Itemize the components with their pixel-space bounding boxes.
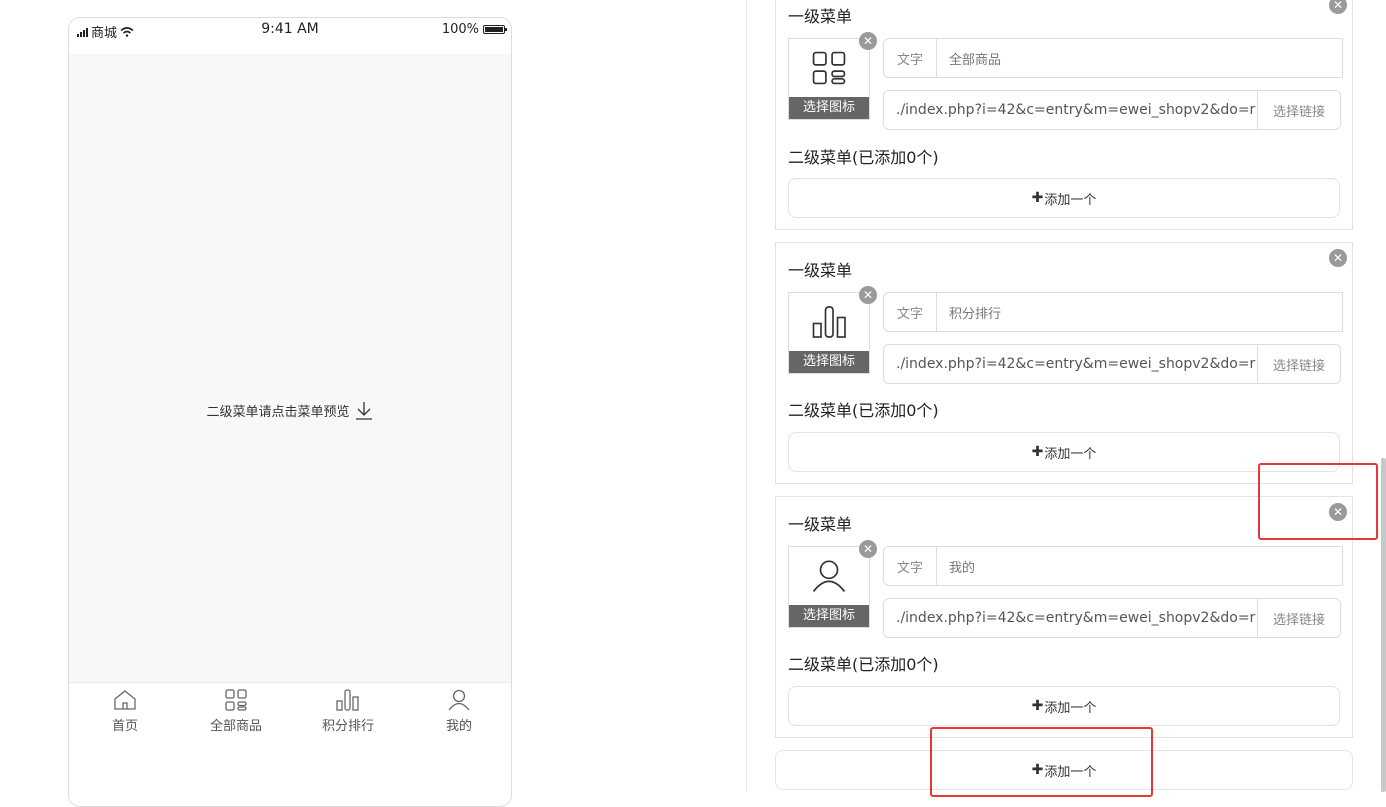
- menu-link-input[interactable]: ./index.php?i=42&c=entry&m=ewei_shopv2&d…: [883, 598, 1341, 638]
- menu-link-input[interactable]: ./index.php?i=42&c=entry&m=ewei_shopv2&d…: [883, 344, 1341, 384]
- select-icon-button[interactable]: 选择图标: [789, 351, 869, 373]
- menu-card-title: 一级菜单: [788, 261, 853, 280]
- highlight-box-add: [930, 727, 1153, 797]
- add-submenu-label: 添加一个: [1044, 700, 1097, 716]
- icon-picker[interactable]: 选择图标: [788, 38, 870, 120]
- preview-hint-text: 二级菜单请点击菜单预览: [206, 404, 350, 420]
- menu-text-input[interactable]: 文字 全部商品: [883, 38, 1343, 78]
- tab-mine-label: 我的: [445, 719, 472, 734]
- menu-text-input[interactable]: 文字 我的: [883, 546, 1343, 586]
- select-link-button[interactable]: 选择链接: [1257, 599, 1340, 637]
- grid-icon: [225, 689, 247, 711]
- menu-link-value[interactable]: ./index.php?i=42&c=entry&m=ewei_shopv2&d…: [884, 102, 1257, 118]
- tab-bar: 首页 全部商品 积分排行 我的: [69, 682, 511, 806]
- bar-chart-icon: [812, 306, 846, 338]
- select-icon-button[interactable]: 选择图标: [789, 605, 869, 627]
- add-submenu-button[interactable]: ✚ 添加一个: [788, 686, 1340, 726]
- user-icon: [448, 689, 470, 711]
- menu-card: 一级菜单 ✕ 选择图标 ✕ 文字 积分排行 ./index.php?i=42&c…: [775, 242, 1353, 484]
- menu-link-value[interactable]: ./index.php?i=42&c=entry&m=ewei_shopv2&d…: [884, 610, 1257, 626]
- home-icon: [114, 690, 136, 710]
- delete-menu-close-icon[interactable]: ✕: [1329, 249, 1347, 267]
- tab-home[interactable]: 首页: [75, 689, 175, 734]
- tab-points-rank[interactable]: 积分排行: [298, 689, 398, 734]
- icon-picker[interactable]: 选择图标: [788, 546, 870, 628]
- submenu-title: 二级菜单(已添加0个): [788, 655, 939, 674]
- tab-all-products-label: 全部商品: [209, 719, 262, 734]
- tab-home-label: 首页: [111, 719, 138, 734]
- text-addon-label: 文字: [884, 547, 937, 585]
- menu-link-value[interactable]: ./index.php?i=42&c=entry&m=ewei_shopv2&d…: [884, 356, 1257, 372]
- highlight-box-delete: [1258, 463, 1378, 540]
- remove-icon-close-icon[interactable]: ✕: [859, 540, 877, 558]
- menu-text-input[interactable]: 文字 积分排行: [883, 292, 1343, 332]
- plus-icon: ✚: [1031, 444, 1044, 460]
- tab-points-rank-label: 积分排行: [321, 719, 374, 734]
- submenu-title: 二级菜单(已添加0个): [788, 148, 939, 167]
- user-icon: [812, 560, 846, 592]
- tab-all-products[interactable]: 全部商品: [186, 689, 286, 734]
- bar-chart-icon: [336, 689, 359, 711]
- tab-mine[interactable]: 我的: [409, 689, 509, 734]
- select-link-button[interactable]: 选择链接: [1257, 345, 1340, 383]
- battery-icon: [483, 25, 507, 34]
- menu-card-title: 一级菜单: [788, 515, 853, 534]
- status-bar: 商城 9:41 AM 100%: [69, 18, 511, 54]
- phone-preview: 商城 9:41 AM 100% 二级菜单请点击菜单预览 首页 全部商品 积分排行…: [68, 17, 512, 807]
- plus-icon: ✚: [1031, 698, 1044, 714]
- remove-icon-close-icon[interactable]: ✕: [859, 32, 877, 50]
- remove-icon-close-icon[interactable]: ✕: [859, 286, 877, 304]
- plus-icon: ✚: [1031, 190, 1044, 206]
- status-right: 100%: [441, 22, 507, 37]
- grid-icon: [812, 51, 846, 85]
- text-addon-label: 文字: [884, 39, 937, 77]
- menu-card-title: 一级菜单: [788, 7, 853, 26]
- scrollbar[interactable]: [1381, 458, 1386, 792]
- menu-link-input[interactable]: ./index.php?i=42&c=entry&m=ewei_shopv2&d…: [883, 90, 1341, 130]
- arrow-down-icon: [355, 402, 372, 420]
- preview-hint: 二级菜单请点击菜单预览: [69, 400, 511, 420]
- menu-text-value[interactable]: 我的: [937, 557, 975, 576]
- add-submenu-label: 添加一个: [1044, 192, 1097, 208]
- delete-menu-close-icon[interactable]: ✕: [1329, 0, 1347, 14]
- add-submenu-label: 添加一个: [1044, 446, 1097, 462]
- battery-label: 100%: [441, 22, 479, 37]
- submenu-title: 二级菜单(已添加0个): [788, 401, 939, 420]
- panel-divider: [746, 0, 747, 792]
- text-addon-label: 文字: [884, 293, 937, 331]
- select-icon-button[interactable]: 选择图标: [789, 97, 869, 119]
- menu-card: 一级菜单 ✕ 选择图标 ✕ 文字 全部商品 ./index.php?i=42&c…: [775, 0, 1353, 230]
- menu-text-value[interactable]: 积分排行: [937, 303, 1001, 322]
- menu-text-value[interactable]: 全部商品: [937, 49, 1001, 68]
- add-submenu-button[interactable]: ✚ 添加一个: [788, 178, 1340, 218]
- icon-picker[interactable]: 选择图标: [788, 292, 870, 374]
- select-link-button[interactable]: 选择链接: [1257, 91, 1340, 129]
